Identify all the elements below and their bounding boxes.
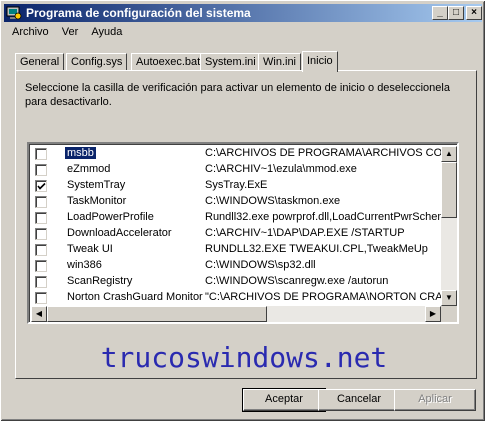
menu-ver[interactable]: Ver <box>57 24 84 40</box>
startup-item-row[interactable]: ScanRegistry C:\WINDOWS\scanregw.exe /aut… <box>31 274 441 290</box>
startup-item-checkbox[interactable] <box>35 276 47 288</box>
scroll-down-arrow-icon[interactable]: ▼ <box>441 290 457 306</box>
app-icon <box>6 5 22 21</box>
startup-item-row[interactable]: LoadPowerProfile Rundll32.exe powrprof.dl… <box>31 210 441 226</box>
tab-general[interactable]: General <box>15 53 65 71</box>
tab-autoexec-bat[interactable]: Autoexec.bat <box>131 53 206 71</box>
startup-item-row[interactable]: DownloadAccelerator C:\ARCHIV~1\DAP\DAP.E… <box>31 226 441 242</box>
startup-item-name: ScanRegistry <box>67 275 133 287</box>
horizontal-scroll-thumb[interactable] <box>47 306 267 322</box>
scroll-left-arrow-icon[interactable]: ◀ <box>31 306 47 322</box>
scroll-corner <box>441 306 457 322</box>
startup-item-path: C:\ARCHIV~1\ezula\mmod.exe <box>205 163 357 175</box>
scroll-up-arrow-icon[interactable]: ▲ <box>441 146 457 162</box>
startup-item-checkbox[interactable] <box>35 244 47 256</box>
tab-system-ini[interactable]: System.ini <box>200 53 261 71</box>
startup-item-checkbox[interactable] <box>35 260 47 272</box>
startup-item-path: C:\ARCHIV~1\DAP\DAP.EXE /STARTUP <box>205 227 405 239</box>
cancel-button[interactable]: Cancelar <box>318 389 400 411</box>
startup-item-name: TaskMonitor <box>67 195 127 207</box>
startup-item-checkbox[interactable] <box>35 148 47 160</box>
window-title: Programa de configuración del sistema <box>26 6 251 20</box>
startup-item-path: C:\WINDOWS\taskmon.exe <box>205 195 341 207</box>
startup-item-path: SysTray.ExE <box>205 179 268 191</box>
startup-item-name: Tweak UI <box>67 243 113 255</box>
startup-item-name: msbb <box>65 147 96 159</box>
vertical-scroll-thumb[interactable] <box>441 162 457 218</box>
startup-item-path: C:\WINDOWS\scanregw.exe /autorun <box>205 275 389 287</box>
startup-item-path: C:\WINDOWS\sp32.dll <box>205 259 316 271</box>
apply-button[interactable]: Aplicar <box>394 389 476 411</box>
system-config-window: Programa de configuración del sistema _ … <box>0 0 486 422</box>
startup-item-path: Rundll32.exe powrprof.dll,LoadCurrentPwr… <box>205 211 441 223</box>
horizontal-scrollbar[interactable]: ◀ ▶ <box>31 306 441 322</box>
scroll-right-arrow-icon[interactable]: ▶ <box>425 306 441 322</box>
startup-item-path: C:\ARCHIVOS DE PROGRAMA\ARCHIVOS COM <box>205 147 441 159</box>
startup-item-row[interactable]: eZmmod C:\ARCHIV~1\ezula\mmod.exe <box>31 162 441 178</box>
startup-item-checkbox[interactable] <box>35 212 47 224</box>
tab-win-ini[interactable]: Win.ini <box>258 53 302 71</box>
startup-item-name: win386 <box>67 259 102 271</box>
startup-item-checkbox[interactable] <box>35 292 47 304</box>
startup-item-checkbox[interactable] <box>35 180 47 192</box>
startup-item-row[interactable]: Norton CrashGuard Monitor "C:\ARCHIVOS DE… <box>31 290 441 306</box>
startup-item-checkbox[interactable] <box>35 196 47 208</box>
watermark-text: trucoswindows.net <box>100 341 388 374</box>
instructions-text: Seleccione la casilla de verificación pa… <box>25 82 450 108</box>
maximize-button[interactable]: □ <box>448 6 464 20</box>
startup-item-checkbox[interactable] <box>35 164 47 176</box>
startup-item-path: "C:\ARCHIVOS DE PROGRAMA\NORTON CRAS <box>205 291 441 303</box>
startup-item-name: SystemTray <box>67 179 126 191</box>
startup-item-name: Norton CrashGuard Monitor <box>67 291 203 303</box>
minimize-button[interactable]: _ <box>432 6 448 20</box>
menu-archivo[interactable]: Archivo <box>7 24 54 40</box>
startup-item-row[interactable]: msbb C:\ARCHIVOS DE PROGRAMA\ARCHIVOS COM <box>31 146 441 162</box>
menu-bar: Archivo Ver Ayuda <box>7 24 127 42</box>
vertical-scrollbar[interactable]: ▲ ▼ <box>441 146 457 306</box>
tab-inicio[interactable]: Inicio <box>302 51 338 72</box>
startup-items-list[interactable]: msbb C:\ARCHIVOS DE PROGRAMA\ARCHIVOS COM… <box>27 142 459 324</box>
tab-config-sys[interactable]: Config.sys <box>66 53 128 71</box>
startup-item-checkbox[interactable] <box>35 228 47 240</box>
startup-item-name: eZmmod <box>67 163 111 175</box>
startup-item-row[interactable]: Tweak UI RUNDLL32.EXE TWEAKUI.CPL,TweakMe… <box>31 242 441 258</box>
startup-item-row[interactable]: win386 C:\WINDOWS\sp32.dll <box>31 258 441 274</box>
startup-item-name: DownloadAccelerator <box>67 227 172 239</box>
startup-item-name: LoadPowerProfile <box>67 211 154 223</box>
close-button[interactable]: × <box>466 6 482 20</box>
startup-item-row[interactable]: SystemTray SysTray.ExE <box>31 178 441 194</box>
startup-item-row[interactable]: TaskMonitor C:\WINDOWS\taskmon.exe <box>31 194 441 210</box>
ok-button[interactable]: Aceptar <box>242 388 326 412</box>
menu-ayuda[interactable]: Ayuda <box>86 24 127 40</box>
startup-item-path: RUNDLL32.EXE TWEAKUI.CPL,TweakMeUp <box>205 243 428 255</box>
checkmark-icon <box>37 182 46 190</box>
startup-rows: msbb C:\ARCHIVOS DE PROGRAMA\ARCHIVOS COM… <box>31 146 441 308</box>
title-bar[interactable]: Programa de configuración del sistema _ … <box>4 4 482 22</box>
